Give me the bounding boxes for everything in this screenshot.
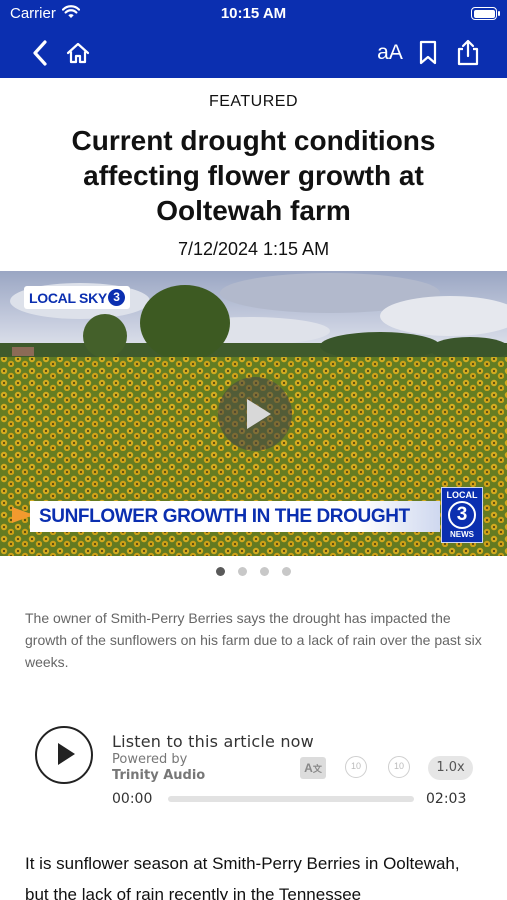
playback-speed-button[interactable]: 1.0x <box>428 756 473 780</box>
current-time: 00:00 <box>112 791 153 807</box>
audio-player: Listen to this article now Powered by Tr… <box>0 715 507 815</box>
video-player[interactable]: LOCAL SKY 3 SUNFLOWER GROWTH IN THE DROUG… <box>0 271 507 556</box>
local-sky-logo: LOCAL SKY 3 <box>24 286 130 309</box>
media-caption: The owner of Smith-Perry Berries says th… <box>25 610 482 670</box>
share-button[interactable] <box>452 37 484 69</box>
forward-10-button[interactable]: 10 <box>388 756 410 778</box>
article-headline: Current drought conditions affecting flo… <box>71 125 436 226</box>
local3-news-logo: LOCAL 3 NEWS <box>441 487 483 543</box>
font-size-button[interactable]: aA <box>372 37 408 69</box>
lower-third-text: SUNFLOWER GROWTH IN THE DROUGHT <box>39 505 410 527</box>
navigation-bar: aA <box>0 28 507 78</box>
rewind-10-button[interactable]: 10 <box>345 756 367 778</box>
share-icon <box>457 39 479 66</box>
carousel-dot[interactable] <box>260 567 269 576</box>
audio-play-button[interactable] <box>35 726 93 784</box>
carousel-indicator <box>216 567 291 577</box>
audio-title: Listen to this article now <box>112 732 314 751</box>
home-icon <box>66 42 90 64</box>
clock: 10:15 AM <box>220 5 287 22</box>
carousel-dot[interactable] <box>282 567 291 576</box>
audio-progress-bar[interactable] <box>168 796 414 802</box>
article-category: FEATURED <box>208 93 299 110</box>
video-play-button[interactable] <box>218 377 292 451</box>
carousel-dot[interactable] <box>216 567 225 576</box>
back-button[interactable] <box>24 37 56 69</box>
article-date: 7/12/2024 1:15 AM <box>177 239 330 259</box>
chevron-left-icon <box>33 40 47 66</box>
carousel-dot[interactable] <box>238 567 247 576</box>
article-body: It is sunflower season at Smith-Perry Be… <box>25 854 460 900</box>
audio-brand: Trinity Audio <box>112 768 206 783</box>
bookmark-button[interactable] <box>412 37 444 69</box>
lower-third-banner: SUNFLOWER GROWTH IN THE DROUGHT <box>30 501 440 532</box>
home-button[interactable] <box>62 37 94 69</box>
powered-by-label: Powered by <box>112 752 188 767</box>
status-bar: Carrier 10:15 AM <box>0 0 507 28</box>
translate-icon[interactable]: A文 <box>300 757 326 779</box>
total-time: 02:03 <box>426 791 467 807</box>
bookmark-icon <box>419 40 437 65</box>
battery-icon <box>471 7 500 20</box>
